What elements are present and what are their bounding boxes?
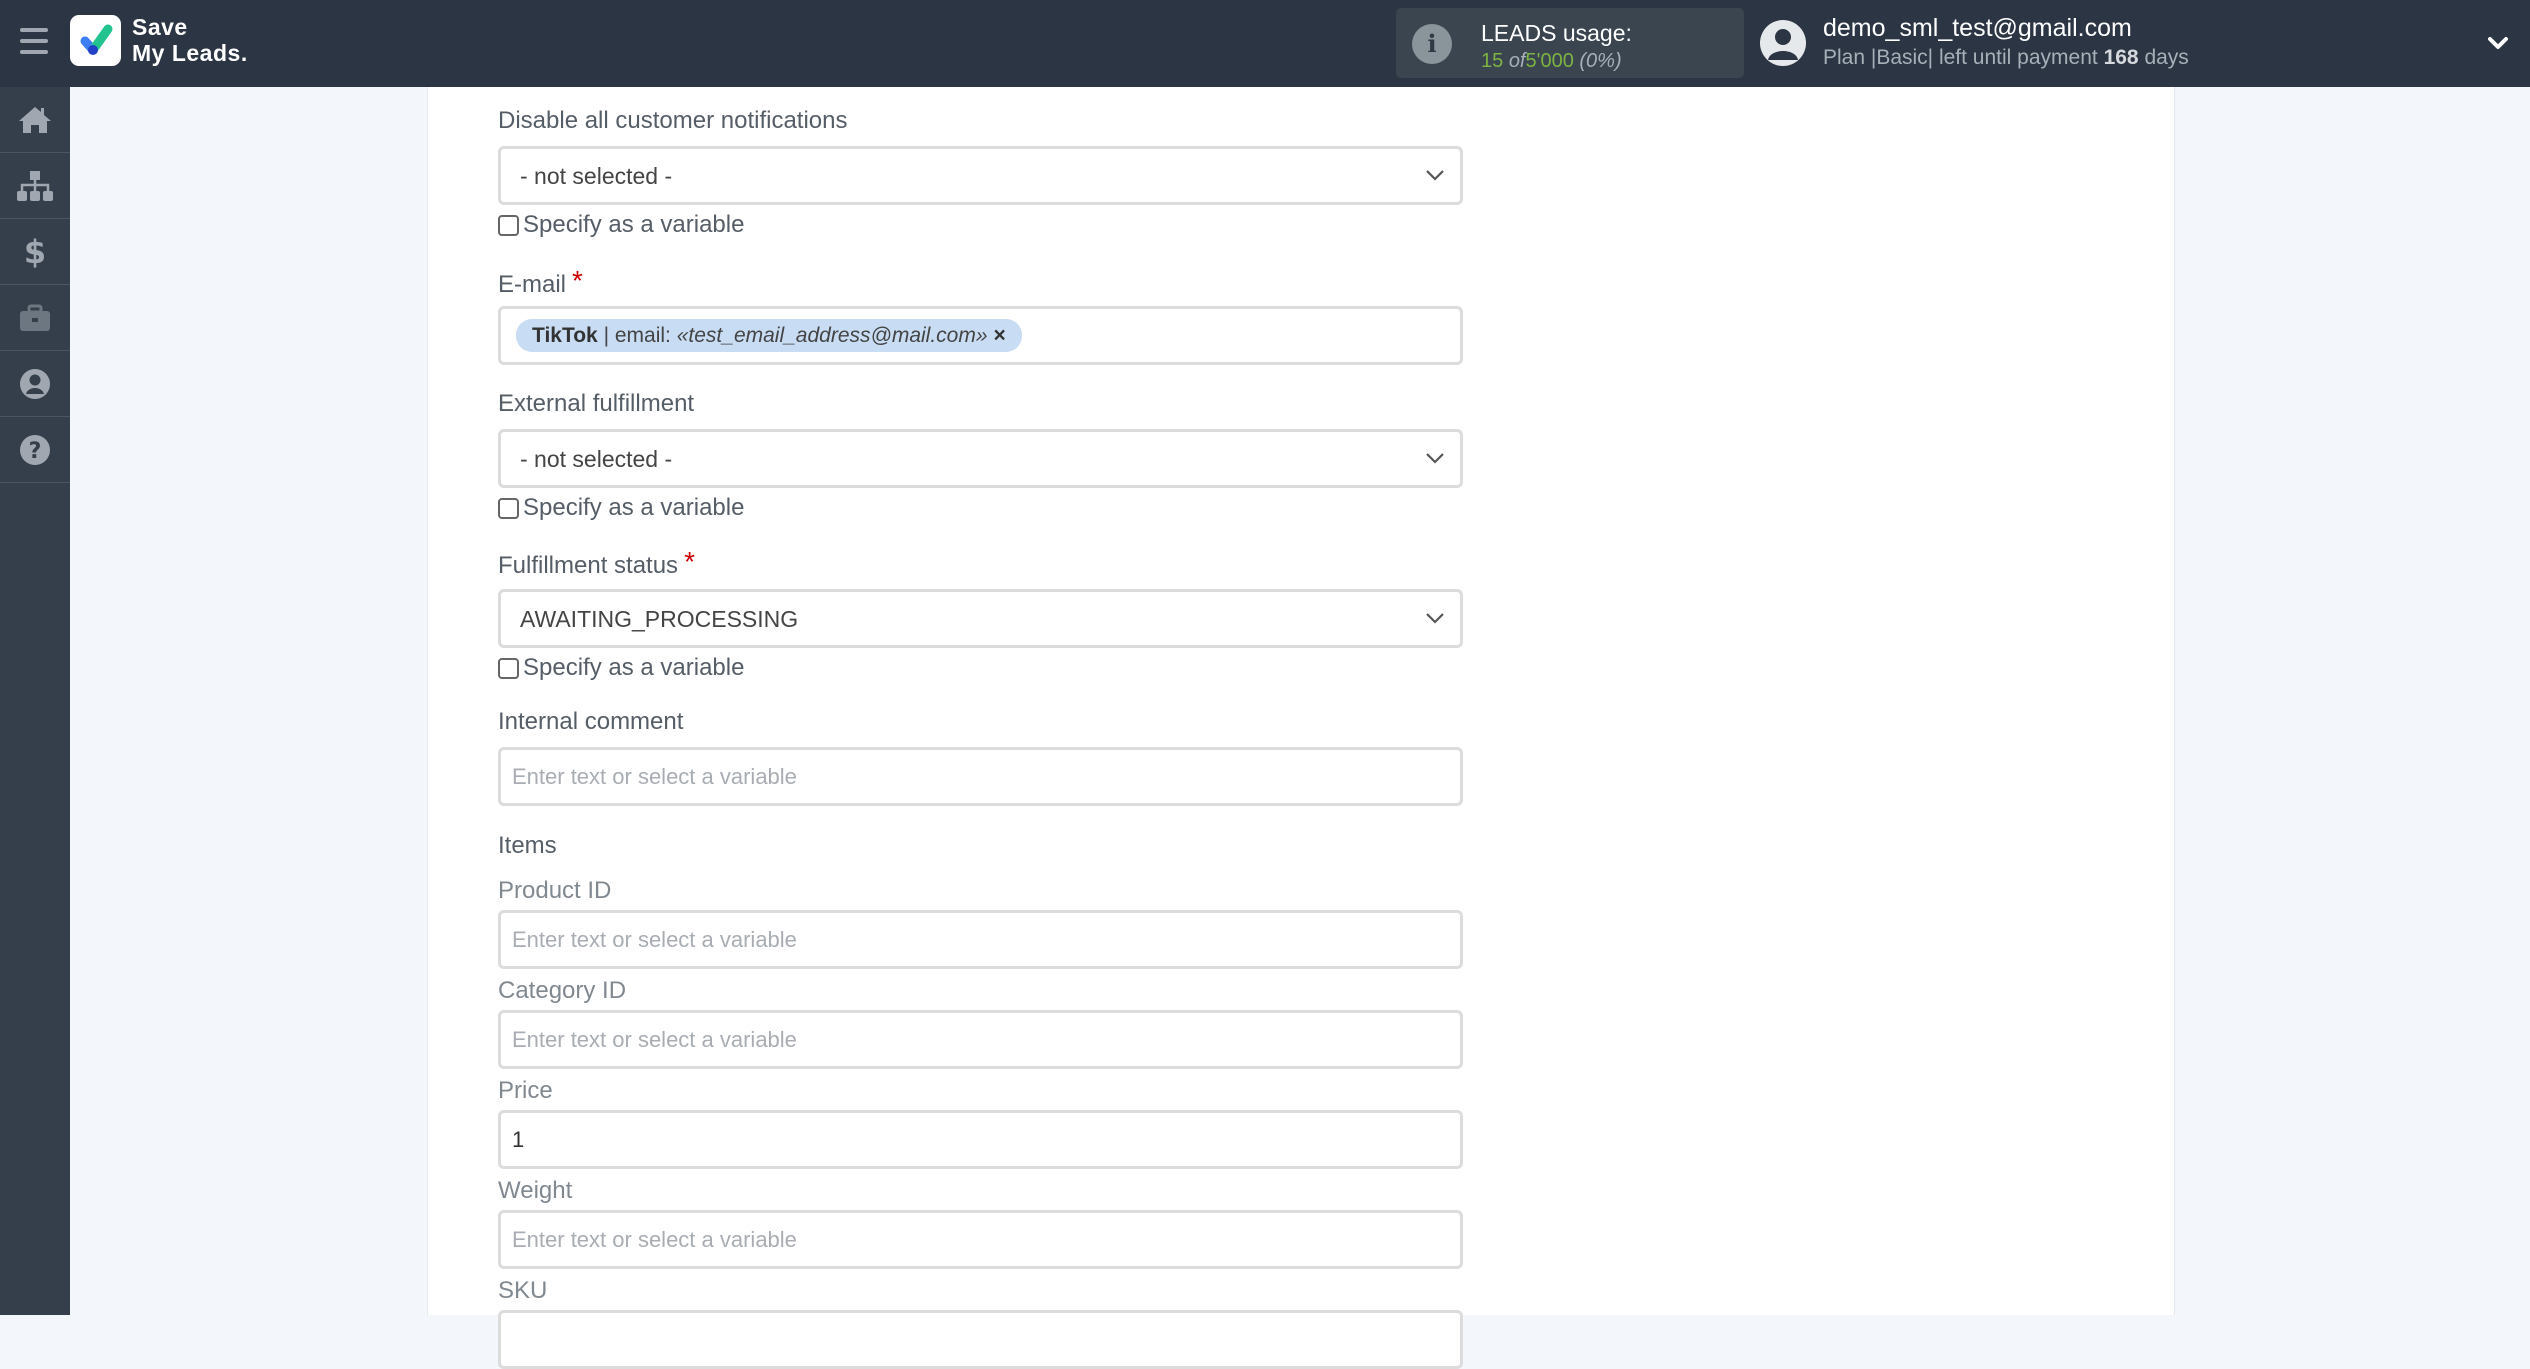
internal-comment-input[interactable]	[498, 747, 1463, 806]
disable-notifications-value: - not selected -	[520, 163, 673, 189]
logo-line-2: My Leads.	[132, 40, 248, 66]
email-label-text: E-mail	[498, 271, 567, 298]
weight-label: Weight	[498, 1177, 573, 1204]
product-id-field[interactable]	[501, 913, 1460, 966]
tag-value: «test_email_address@mail.com»	[676, 323, 988, 347]
fulfillment-status-label: Fulfillment status *	[498, 546, 695, 580]
items-heading: Items	[498, 832, 557, 859]
plan-text: Plan |Basic| left until payment	[1823, 46, 2098, 69]
menu-toggle-icon[interactable]	[20, 28, 48, 54]
fulfillment-status-variable-checkbox[interactable]: Specify as a variable	[498, 654, 744, 682]
plan-days: 168	[2103, 46, 2139, 69]
dollar-icon: $	[24, 235, 46, 269]
sidebar-item-tools[interactable]	[0, 285, 70, 351]
checkbox-label: Specify as a variable	[523, 211, 745, 238]
help-icon: ?	[20, 434, 50, 465]
usage-title: LEADS usage:	[1481, 20, 1632, 46]
plan-days-suffix: days	[2144, 46, 2189, 69]
usage-value: 15 of5'000 (0%)	[1481, 50, 1622, 73]
price-field[interactable]	[501, 1113, 1460, 1166]
category-id-field[interactable]	[501, 1013, 1460, 1066]
checkbox[interactable]	[498, 214, 519, 236]
checkbox-label: Specify as a variable	[523, 494, 745, 521]
chevron-down-icon	[1426, 613, 1444, 624]
info-icon: i	[1412, 24, 1452, 64]
top-bar: Save My Leads. i LEADS usage: 15 of5'000…	[0, 0, 2530, 87]
email-label: E-mail *	[498, 265, 583, 299]
usage-of: of	[1508, 50, 1526, 72]
variable-tag[interactable]: TikTok | email: «test_email_address@mail…	[516, 319, 1022, 352]
sidebar-item-help[interactable]: ?	[0, 417, 70, 483]
remove-tag-icon[interactable]: ×	[994, 324, 1006, 348]
category-id-label: Category ID	[498, 977, 627, 1004]
content-panel: Disable all customer notifications - not…	[427, 87, 2175, 1369]
required-marker: *	[572, 265, 583, 296]
email-field[interactable]: TikTok | email: «test_email_address@mail…	[498, 306, 1463, 365]
internal-comment-label: Internal comment	[498, 708, 684, 735]
external-fulfillment-variable-checkbox[interactable]: Specify as a variable	[498, 494, 744, 522]
price-label: Price	[498, 1077, 553, 1104]
weight-input[interactable]	[498, 1210, 1463, 1269]
product-id-input[interactable]	[498, 910, 1463, 969]
product-id-label: Product ID	[498, 877, 612, 904]
logo-icon[interactable]	[70, 15, 121, 66]
usage-limit: 5'000	[1525, 50, 1574, 72]
sidebar-item-home[interactable]	[0, 87, 70, 153]
internal-comment-field[interactable]	[501, 750, 1460, 803]
external-fulfillment-select[interactable]: - not selected -	[498, 429, 1463, 488]
category-id-input[interactable]	[498, 1010, 1463, 1069]
home-icon	[19, 106, 51, 133]
sku-input[interactable]	[498, 1310, 1463, 1369]
checkbox[interactable]	[498, 497, 519, 519]
sku-label: SKU	[498, 1277, 548, 1304]
svg-text:$: $	[24, 235, 46, 269]
disable-notifications-select[interactable]: - not selected -	[498, 146, 1463, 205]
fulfillment-status-select[interactable]: AWAITING_PROCESSING	[498, 589, 1463, 648]
fulfillment-status-label-text: Fulfillment status	[498, 552, 679, 579]
weight-field[interactable]	[501, 1213, 1460, 1266]
usage-used: 15	[1481, 50, 1504, 72]
sidebar-item-billing[interactable]: $	[0, 219, 70, 285]
chevron-down-icon[interactable]	[2485, 30, 2511, 56]
briefcase-icon	[20, 304, 50, 331]
external-fulfillment-value: - not selected -	[520, 446, 673, 472]
sidebar-item-account[interactable]	[0, 351, 70, 417]
svg-text:?: ?	[29, 439, 42, 464]
logo-text[interactable]: Save My Leads.	[132, 14, 248, 66]
disable-notifications-variable-checkbox[interactable]: Specify as a variable	[498, 211, 744, 239]
avatar-icon	[1760, 20, 1806, 66]
chevron-down-icon	[1426, 170, 1444, 181]
fulfillment-status-value: AWAITING_PROCESSING	[520, 606, 799, 632]
usage-percent: (0%)	[1579, 50, 1622, 72]
logo-line-1: Save	[132, 14, 188, 40]
external-fulfillment-label: External fulfillment	[498, 390, 695, 417]
tag-separator: | email:	[597, 323, 677, 347]
sidebar-item-connections[interactable]	[0, 153, 70, 219]
checkbox[interactable]	[498, 657, 519, 679]
sitemap-icon	[17, 170, 53, 201]
checkbox-label: Specify as a variable	[523, 654, 745, 681]
chevron-down-icon	[1426, 453, 1444, 464]
disable-notifications-label: Disable all customer notifications	[498, 107, 848, 134]
plan-info: Plan |Basic| left until payment 168 days	[1823, 46, 2189, 70]
user-email: demo_sml_test@gmail.com	[1823, 14, 2132, 42]
price-input[interactable]	[498, 1110, 1463, 1169]
user-circle-icon	[20, 368, 50, 399]
leads-usage-panel: i LEADS usage: 15 of5'000 (0%)	[1396, 8, 1744, 78]
tag-source: TikTok	[532, 323, 598, 347]
sidebar: $ ?	[0, 87, 70, 1315]
required-marker: *	[684, 546, 695, 577]
